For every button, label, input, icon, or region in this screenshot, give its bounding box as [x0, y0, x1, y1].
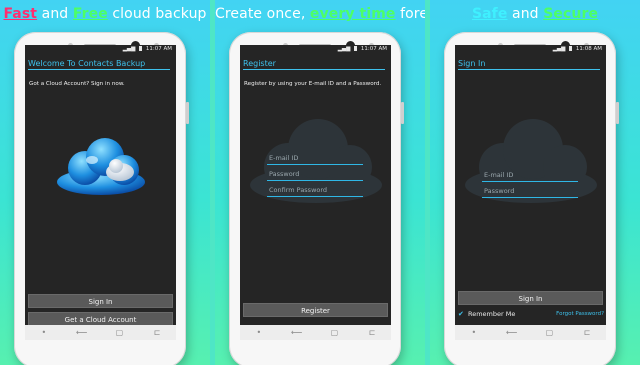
phone-frame: ▂▄▆ 11:07 AM Register Register by using … [229, 32, 404, 365]
status-time: 11:08 AM [575, 46, 602, 52]
android-navbar: • ⟵ ▢ ⊏ [240, 325, 391, 340]
remember-me-label: Remember Me [468, 310, 516, 318]
screenshot-panel-sign-in: Safe and Secure ▂▄▆ 11:08 AM Sign In E-m… [430, 0, 640, 365]
app-screen: ▂▄▆ 11:07 AM Welcome To Contacts Backup … [25, 45, 176, 325]
panel-headline: Safe and Secure [430, 6, 640, 22]
phone-side-button [401, 102, 404, 124]
headline-and: and [37, 6, 73, 22]
signal-icon: ▂▄▆ [122, 46, 136, 52]
nav-home-icon[interactable]: ▢ [539, 328, 559, 337]
panel-headline: Fast and Free cloud backup [0, 6, 210, 22]
app-title: Welcome To Contacts Backup [28, 59, 170, 70]
register-button[interactable]: Register [243, 303, 388, 317]
confirm-password-field[interactable]: Confirm Password [267, 185, 363, 197]
app-screen: ▂▄▆ 11:07 AM Register Register by using … [240, 45, 391, 325]
nav-home-icon[interactable]: ▢ [324, 328, 344, 337]
nav-dot-icon[interactable]: • [34, 328, 54, 337]
forgot-password-link[interactable]: Forgot Password? [556, 311, 604, 317]
nav-back-icon[interactable]: ⟵ [287, 328, 307, 337]
intro-text: Got a Cloud Account? Sign in now. [29, 81, 125, 87]
nav-dot-icon[interactable]: • [249, 328, 269, 337]
battery-icon [354, 46, 358, 51]
signal-icon: ▂▄▆ [552, 46, 566, 52]
nav-recent-icon[interactable]: ⊏ [362, 328, 382, 337]
screenshot-panel-welcome: Fast and Free cloud backup ▂▄▆ 11:07 AM … [0, 0, 210, 365]
password-field[interactable]: Password [482, 186, 578, 198]
app-screen: ▂▄▆ 11:08 AM Sign In E-mail ID Password … [455, 45, 606, 325]
nav-recent-icon[interactable]: ⊏ [147, 328, 167, 337]
nav-home-icon[interactable]: ▢ [109, 328, 129, 337]
status-time: 11:07 AM [145, 46, 172, 52]
sign-in-button[interactable]: Sign In [458, 291, 603, 305]
email-field[interactable]: E-mail ID [482, 170, 578, 182]
email-field[interactable]: E-mail ID [267, 153, 363, 165]
password-field[interactable]: Password [267, 169, 363, 181]
status-bar: ▂▄▆ 11:08 AM [455, 45, 606, 54]
status-bar: ▂▄▆ 11:07 AM [25, 45, 176, 54]
status-bar: ▂▄▆ 11:07 AM [240, 45, 391, 54]
nav-back-icon[interactable]: ⟵ [72, 328, 92, 337]
headline-secure: Secure [543, 6, 599, 22]
headline-post: forever [400, 6, 425, 22]
headline-free: Free [72, 6, 108, 22]
phone-frame: ▂▄▆ 11:07 AM Welcome To Contacts Backup … [14, 32, 189, 365]
checkmark-icon[interactable]: ✔ [458, 311, 465, 318]
nav-back-icon[interactable]: ⟵ [502, 328, 522, 337]
phone-side-button [616, 102, 619, 124]
android-navbar: • ⟵ ▢ ⊏ [455, 325, 606, 340]
headline-rest: cloud backup [107, 6, 207, 22]
android-navbar: • ⟵ ▢ ⊏ [25, 325, 176, 340]
headline-and: and [507, 6, 544, 22]
nav-dot-icon[interactable]: • [464, 328, 484, 337]
battery-icon [139, 46, 143, 51]
headline-mid: every time [309, 6, 396, 22]
remember-me-toggle[interactable]: ✔ Remember Me [458, 310, 515, 318]
headline-pre: Create once, [215, 6, 310, 22]
panel-headline: Create once, every time forever [215, 6, 425, 22]
phone-side-button [186, 102, 189, 124]
nav-recent-icon[interactable]: ⊏ [577, 328, 597, 337]
headline-fast: Fast [3, 6, 38, 22]
intro-text: Register by using your E-mail ID and a P… [244, 81, 382, 87]
screenshot-panel-register: Create once, every time forever ▂▄▆ 11:0… [215, 0, 425, 365]
status-time: 11:07 AM [360, 46, 387, 52]
get-cloud-account-button[interactable]: Get a Cloud Account [28, 312, 173, 325]
phone-frame: ▂▄▆ 11:08 AM Sign In E-mail ID Password … [444, 32, 619, 365]
battery-icon [569, 46, 573, 51]
app-title: Sign In [458, 59, 600, 70]
cloud-watermark-icon [465, 119, 597, 203]
app-title: Register [243, 59, 385, 70]
signal-icon: ▂▄▆ [337, 46, 351, 52]
headline-safe: Safe [471, 6, 508, 22]
cloud-icon [57, 138, 145, 195]
sign-in-button[interactable]: Sign In [28, 294, 173, 308]
